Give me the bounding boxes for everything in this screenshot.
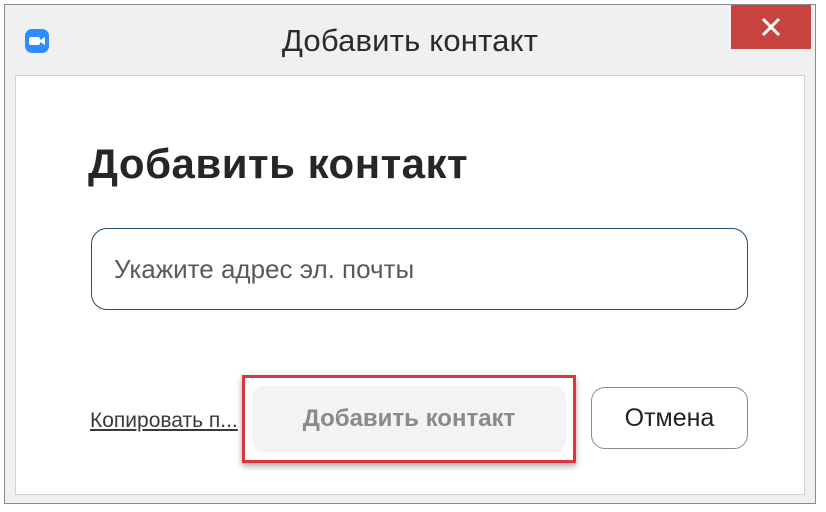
title-bar: Добавить контакт <box>5 5 815 75</box>
window-title: Добавить контакт <box>281 23 539 58</box>
add-contact-window: Добавить контакт Добавить контакт Копиро… <box>4 4 816 504</box>
close-x-icon <box>761 17 781 37</box>
cancel-button[interactable]: Отмена <box>591 387 748 449</box>
close-button[interactable] <box>731 5 811 49</box>
dialog-heading: Добавить контакт <box>88 140 469 187</box>
copy-invite-link[interactable]: Копировать п... <box>90 409 258 433</box>
dialog-body: Добавить контакт Копировать п... Добавит… <box>15 75 805 495</box>
email-input[interactable] <box>91 228 748 310</box>
add-contact-button[interactable]: Добавить контакт <box>252 386 566 452</box>
